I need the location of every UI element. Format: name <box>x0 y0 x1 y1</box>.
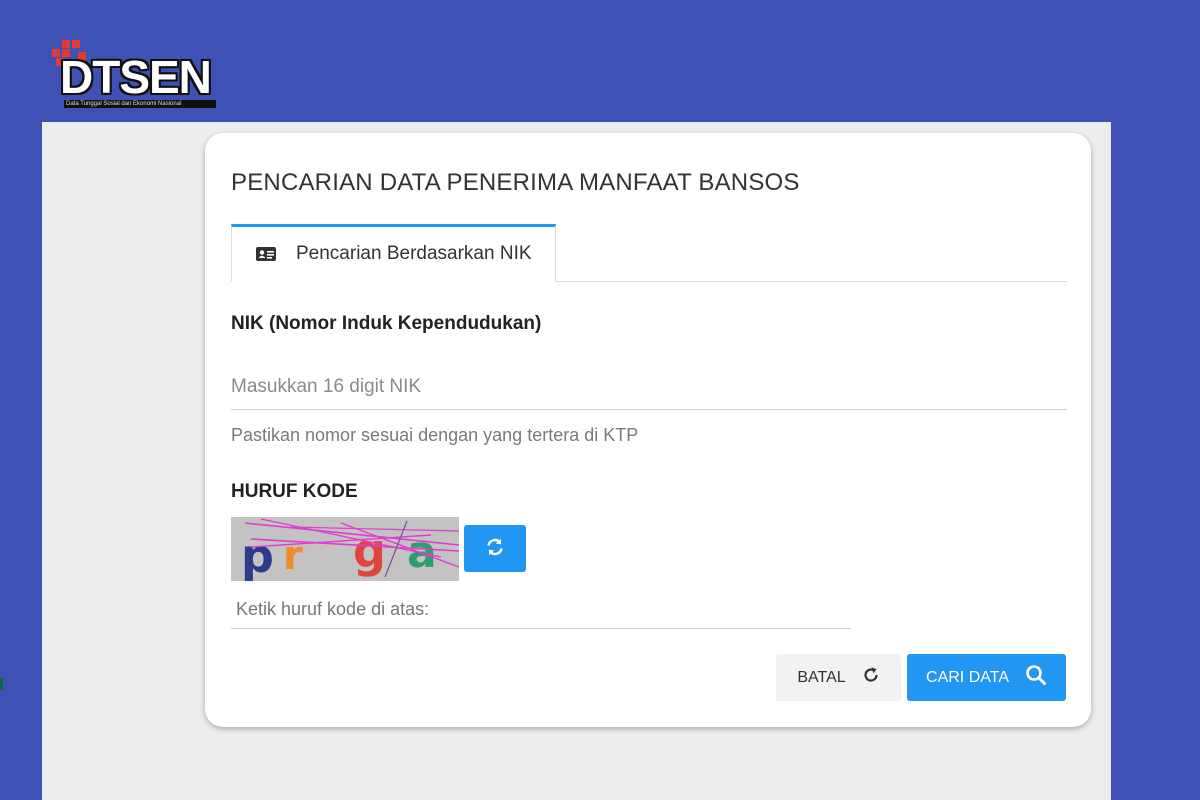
search-card: PENCARIAN DATA PENERIMA MANFAAT BANSOS P… <box>205 133 1091 727</box>
captcha-char: g <box>353 524 386 578</box>
captcha-char: p <box>241 529 274 581</box>
captcha-image: p r g a <box>231 517 460 583</box>
tab-label: Pencarian Berdasarkan NIK <box>296 243 532 264</box>
nik-input[interactable] <box>231 365 1067 410</box>
tab-bar: Pencarian Berdasarkan NIK <box>231 224 1067 282</box>
cancel-button[interactable]: BATAL <box>776 654 901 701</box>
captcha-input[interactable] <box>231 591 851 629</box>
logo-text: DTSEN <box>60 51 212 103</box>
dtsen-logo: DTSEN Data Tunggal Sosial dan Ekonomi Na… <box>52 40 222 112</box>
nik-label: NIK (Nomor Induk Kependudukan) <box>231 313 542 334</box>
page-title: PENCARIAN DATA PENERIMA MANFAAT BANSOS <box>231 169 800 196</box>
logo-subtitle: Data Tunggal Sosial dan Ekonomi Nasional <box>64 100 216 108</box>
edge-mark <box>0 678 3 690</box>
captcha-char: r <box>283 533 303 579</box>
refresh-icon <box>485 537 505 560</box>
search-data-button[interactable]: CARI DATA <box>907 654 1066 701</box>
reload-icon <box>862 666 880 689</box>
captcha-label: HURUF KODE <box>231 481 358 502</box>
search-label: CARI DATA <box>926 668 1009 686</box>
cancel-label: BATAL <box>797 668 846 686</box>
nik-hint: Pastikan nomor sesuai dengan yang terter… <box>231 425 639 445</box>
id-card-icon <box>256 247 276 261</box>
captcha-refresh-button[interactable] <box>464 525 526 572</box>
tab-search-by-nik[interactable]: Pencarian Berdasarkan NIK <box>231 224 556 282</box>
search-icon <box>1025 664 1047 691</box>
